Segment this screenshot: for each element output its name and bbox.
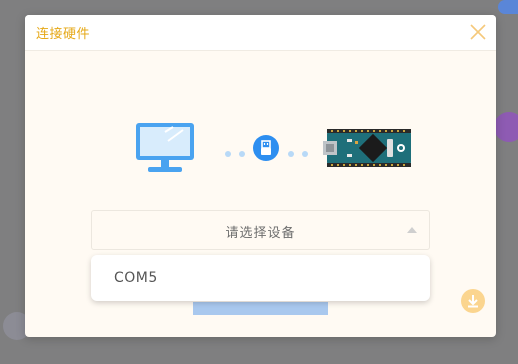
connect-hardware-dialog: 连接硬件 请选择设备 COM5 bbox=[25, 15, 496, 337]
download-icon[interactable] bbox=[461, 289, 485, 313]
connection-dots-right bbox=[287, 143, 313, 162]
device-option-label: COM5 bbox=[114, 270, 158, 286]
arduino-nano-board-icon bbox=[323, 129, 415, 171]
device-select[interactable]: 请选择设备 bbox=[91, 210, 430, 250]
device-option-com5[interactable]: COM5 bbox=[91, 255, 430, 301]
connection-dots-left bbox=[224, 143, 250, 162]
background-badge bbox=[494, 112, 518, 142]
caret-up-icon bbox=[407, 227, 417, 233]
dialog-title: 连接硬件 bbox=[36, 27, 91, 42]
usb-plug-icon bbox=[252, 134, 280, 166]
device-dropdown-menu: COM5 bbox=[91, 255, 430, 301]
close-icon[interactable] bbox=[469, 23, 487, 41]
connect-button[interactable] bbox=[193, 302, 328, 315]
desktop-computer-icon bbox=[135, 122, 197, 178]
background-button bbox=[498, 0, 518, 14]
device-select-placeholder: 请选择设备 bbox=[225, 226, 296, 241]
dialog-header: 连接硬件 bbox=[25, 15, 496, 51]
